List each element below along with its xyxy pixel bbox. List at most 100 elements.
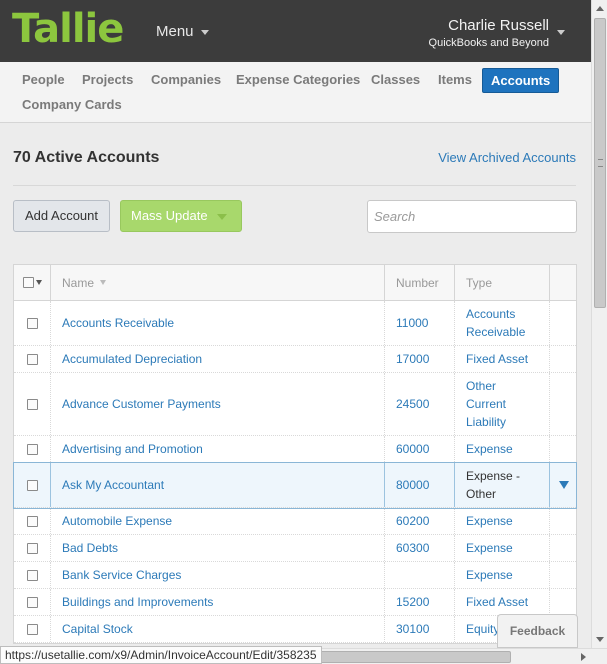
- search-input[interactable]: [367, 200, 577, 233]
- main-content: 70 Active Accounts View Archived Account…: [0, 123, 591, 647]
- view-archived-link[interactable]: View Archived Accounts: [438, 150, 576, 165]
- account-type: Fixed Asset: [466, 595, 529, 609]
- add-account-button[interactable]: Add Account: [13, 200, 110, 232]
- header-number[interactable]: Number: [384, 265, 454, 300]
- table-row[interactable]: Bank Service Charges Expense: [14, 562, 576, 589]
- account-name-link[interactable]: Bank Service Charges: [62, 568, 181, 582]
- row-checkbox[interactable]: [26, 317, 38, 329]
- row-actions: [549, 301, 578, 345]
- scrollbar-thumb[interactable]: [594, 18, 606, 308]
- row-checkbox[interactable]: [26, 569, 38, 581]
- account-number[interactable]: 80000: [396, 478, 429, 492]
- tallie-logo[interactable]: Tallie: [12, 6, 124, 52]
- account-name-link[interactable]: Buildings and Improvements: [62, 595, 213, 609]
- nav-people[interactable]: People: [22, 72, 65, 87]
- mass-update-label: Mass Update: [131, 208, 208, 223]
- chevron-down-icon[interactable]: [35, 280, 42, 285]
- nav-classes[interactable]: Classes: [371, 72, 420, 87]
- table-row[interactable]: Ask My Accountant 80000 Expense - Other: [13, 462, 578, 509]
- account-name-link[interactable]: Ask My Accountant: [62, 478, 164, 492]
- header-type[interactable]: Type: [454, 265, 549, 300]
- header-name-label: Name: [62, 275, 95, 290]
- chevron-down-icon: [200, 29, 209, 35]
- row-checkbox[interactable]: [26, 596, 38, 608]
- account-type: Fixed Asset: [466, 352, 529, 366]
- account-type: Equity: [466, 622, 500, 636]
- account-number[interactable]: 11000: [396, 316, 428, 330]
- grip-icon: [598, 159, 603, 167]
- mass-update-button[interactable]: Mass Update: [120, 200, 242, 232]
- account-type: Other Current Liability: [466, 379, 507, 429]
- row-checkbox[interactable]: [26, 398, 38, 410]
- row-actions: [549, 562, 578, 588]
- menu-button[interactable]: Menu: [156, 23, 209, 40]
- account-number[interactable]: 60300: [396, 541, 429, 555]
- account-number[interactable]: 30100: [396, 622, 429, 636]
- scroll-up-icon[interactable]: [596, 6, 604, 11]
- account-name-link[interactable]: Bad Debts: [62, 541, 118, 555]
- user-company: QuickBooks and Beyond: [428, 37, 549, 49]
- account-number[interactable]: 15200: [396, 595, 429, 609]
- accounts-table: Name Number Type Accounts Receivable 110…: [13, 264, 577, 644]
- account-type: Expense: [466, 568, 513, 582]
- status-bar-url: https://usetallie.com/x9/Admin/InvoiceAc…: [0, 646, 322, 664]
- select-all-cell: [14, 265, 50, 300]
- table-row[interactable]: Bad Debts 60300 Expense: [14, 535, 576, 562]
- table-header: Name Number Type: [14, 265, 576, 301]
- account-name-link[interactable]: Capital Stock: [62, 622, 133, 636]
- table-row[interactable]: Automobile Expense 60200 Expense: [14, 508, 576, 535]
- select-all-checkbox[interactable]: [22, 277, 34, 288]
- nav-items[interactable]: Items: [438, 72, 472, 87]
- table-row[interactable]: Buildings and Improvements 15200 Fixed A…: [14, 589, 576, 616]
- account-name-link[interactable]: Advertising and Promotion: [62, 442, 203, 456]
- account-type: Accounts Receivable: [466, 307, 526, 339]
- row-checkbox[interactable]: [26, 515, 38, 527]
- top-bar: Tallie Menu Charlie Russell QuickBooks a…: [0, 0, 591, 62]
- scroll-down-icon[interactable]: [596, 637, 604, 642]
- row-actions: [549, 436, 578, 462]
- chevron-down-icon: [217, 214, 227, 220]
- nav-company-cards[interactable]: Company Cards: [22, 97, 122, 112]
- feedback-button[interactable]: Feedback: [497, 614, 578, 648]
- row-actions: [549, 589, 578, 615]
- page-title: 70 Active Accounts: [13, 149, 160, 166]
- row-checkbox[interactable]: [26, 479, 38, 491]
- row-checkbox[interactable]: [26, 443, 38, 455]
- account-type: Expense - Other: [466, 469, 521, 501]
- row-checkbox[interactable]: [26, 353, 38, 365]
- table-row[interactable]: Accounts Receivable 11000 Accounts Recei…: [14, 301, 576, 346]
- table-row[interactable]: Accumulated Depreciation 17000 Fixed Ass…: [14, 346, 576, 373]
- account-number[interactable]: 17000: [396, 352, 429, 366]
- row-actions: [549, 535, 578, 561]
- table-row[interactable]: Advertising and Promotion 60000 Expense: [14, 436, 576, 463]
- account-type: Expense: [466, 541, 513, 555]
- row-actions[interactable]: [549, 463, 578, 507]
- account-name-link[interactable]: Advance Customer Payments: [62, 397, 221, 411]
- account-number[interactable]: 24500: [396, 397, 429, 411]
- nav-projects[interactable]: Projects: [82, 72, 133, 87]
- row-menu-caret-icon[interactable]: [559, 481, 569, 489]
- table-row[interactable]: Capital Stock 30100 Equity: [14, 616, 576, 643]
- nav-companies[interactable]: Companies: [151, 72, 221, 87]
- chevron-down-icon[interactable]: [557, 30, 565, 35]
- account-name-link[interactable]: Automobile Expense: [62, 514, 172, 528]
- divider: [13, 185, 576, 186]
- header-name[interactable]: Name: [50, 265, 384, 300]
- account-name-link[interactable]: Accounts Receivable: [62, 316, 174, 330]
- nav-accounts[interactable]: Accounts: [482, 68, 560, 93]
- row-actions: [549, 508, 578, 534]
- account-number[interactable]: 60000: [396, 442, 429, 456]
- account-number[interactable]: 60200: [396, 514, 429, 528]
- account-name-link[interactable]: Accumulated Depreciation: [62, 352, 202, 366]
- vertical-scrollbar[interactable]: [591, 0, 607, 648]
- main-nav: People Projects Companies Expense Catego…: [0, 62, 591, 123]
- nav-expense-categories[interactable]: Expense Categories: [236, 72, 360, 87]
- account-type: Expense: [466, 442, 513, 456]
- row-checkbox[interactable]: [26, 623, 38, 635]
- user-name: Charlie Russell: [448, 17, 549, 34]
- row-checkbox[interactable]: [26, 542, 38, 554]
- scroll-right-icon[interactable]: [581, 653, 586, 661]
- row-actions: [549, 346, 578, 372]
- table-row[interactable]: Advance Customer Payments 24500 Other Cu…: [14, 373, 576, 436]
- user-menu[interactable]: Charlie Russell QuickBooks and Beyond: [429, 17, 549, 49]
